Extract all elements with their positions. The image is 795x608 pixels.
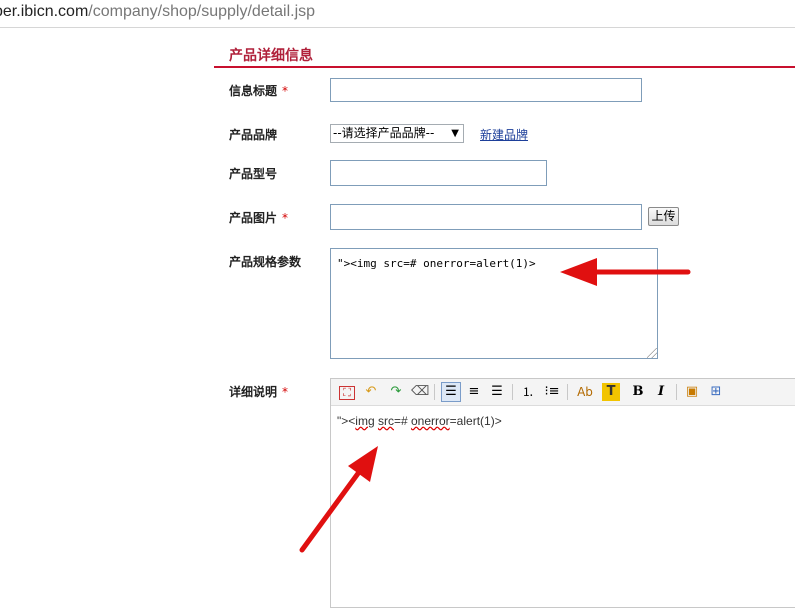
- url-text: per.ibicn.com/company/shop/supply/detail…: [0, 0, 315, 24]
- brand-label: 产品品牌: [229, 128, 278, 142]
- section-title: 产品详细信息: [229, 48, 313, 64]
- image-path-input[interactable]: [330, 204, 642, 230]
- detail-label: 详细说明 *: [229, 385, 289, 399]
- required-mark: *: [282, 84, 289, 98]
- insert-table-icon[interactable]: ⊞: [707, 383, 725, 401]
- new-brand-link[interactable]: 新建品牌: [480, 126, 528, 143]
- model-input[interactable]: [330, 160, 547, 186]
- spellcheck-word: img: [355, 414, 375, 428]
- info-title-input[interactable]: [330, 78, 642, 102]
- toolbar-separator: [512, 384, 513, 400]
- italic-icon[interactable]: I: [652, 383, 670, 401]
- upload-button[interactable]: 上传: [648, 207, 679, 226]
- ordered-list-icon[interactable]: ⒈: [519, 383, 537, 401]
- eraser-icon[interactable]: ⌫: [411, 383, 429, 401]
- bold-icon[interactable]: B: [629, 383, 647, 401]
- align-center-icon[interactable]: ≡: [465, 383, 483, 401]
- align-left-icon[interactable]: ☰: [441, 382, 461, 402]
- toolbar-separator: [434, 384, 435, 400]
- specs-textarea[interactable]: "><img src=# onerror=alert(1)>: [330, 248, 658, 359]
- brand-select[interactable]: --请选择产品品牌-- ▼: [330, 124, 464, 143]
- redo-icon[interactable]: ↷: [387, 383, 405, 401]
- toolbar-separator: [676, 384, 677, 400]
- rich-text-editor[interactable]: ⛶ ↶ ↷ ⌫ ☰ ≡ ☰ ⒈ ⁝≡ Ab T B I ▣ ⊞ "><img s…: [330, 378, 795, 608]
- image-label: 产品图片 *: [229, 211, 289, 225]
- editor-content[interactable]: "><img src=# onerror=alert(1)>: [337, 414, 502, 428]
- spellcheck-word: onerror: [410, 414, 450, 428]
- font-color-icon[interactable]: Ab: [574, 383, 596, 401]
- brand-select-value: --请选择产品品牌--: [333, 126, 435, 140]
- specs-label: 产品规格参数: [229, 255, 302, 269]
- toolbar-separator: [567, 384, 568, 400]
- editor-toolbar: ⛶ ↶ ↷ ⌫ ☰ ≡ ☰ ⒈ ⁝≡ Ab T B I ▣ ⊞: [331, 379, 795, 406]
- section-divider: [214, 66, 795, 68]
- insert-image-icon[interactable]: ▣: [683, 383, 701, 401]
- spellcheck-word: src: [377, 414, 394, 428]
- undo-icon[interactable]: ↶: [362, 383, 380, 401]
- unordered-list-icon[interactable]: ⁝≡: [543, 383, 561, 401]
- required-mark: *: [282, 211, 289, 225]
- dropdown-arrow-icon: ▼: [451, 128, 459, 139]
- resize-handle-icon[interactable]: [647, 348, 657, 358]
- url-path: /company/shop/supply/detail.jsp: [88, 3, 316, 20]
- address-bar[interactable]: per.ibicn.com/company/shop/supply/detail…: [0, 0, 795, 28]
- required-mark: *: [282, 385, 289, 399]
- align-right-icon[interactable]: ☰: [488, 383, 506, 401]
- model-label: 产品型号: [229, 167, 278, 181]
- highlight-icon[interactable]: T: [602, 383, 620, 401]
- source-code-icon[interactable]: ⛶: [339, 386, 355, 400]
- url-domain: per.ibicn.com: [0, 3, 89, 20]
- info-title-label: 信息标题 *: [229, 84, 289, 98]
